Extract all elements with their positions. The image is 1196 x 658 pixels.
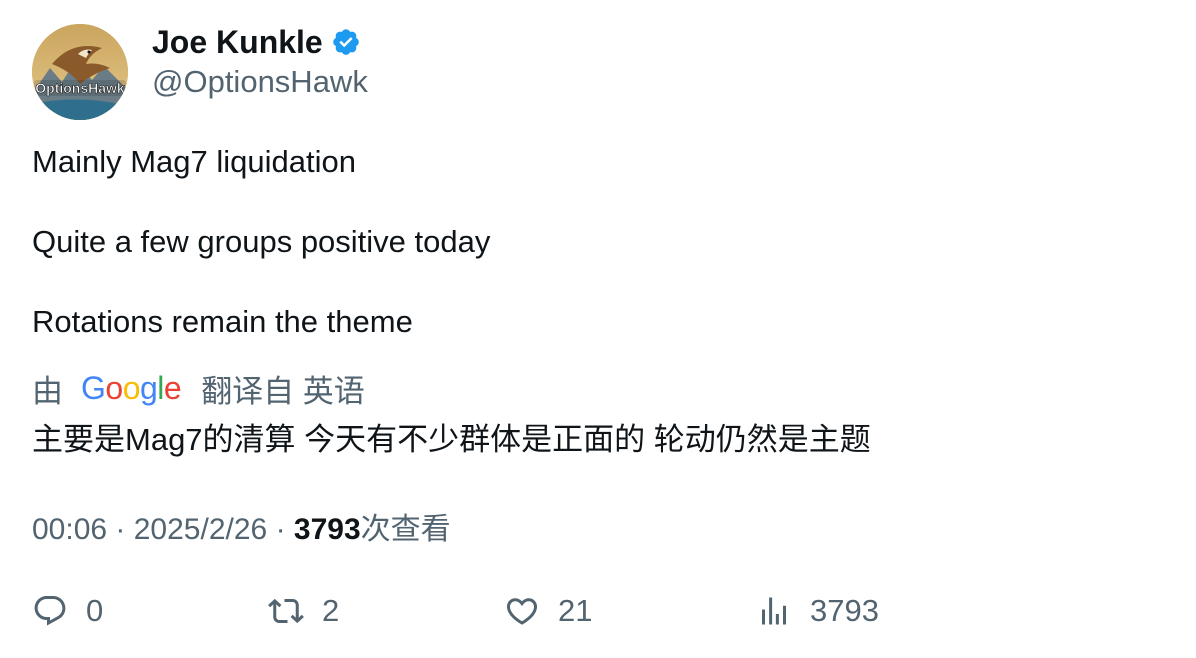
reply-icon — [34, 596, 66, 626]
views-action-count: 3793 — [810, 593, 879, 628]
meta-separator: · — [275, 513, 294, 546]
translation-suffix: 翻译自 英语 — [201, 373, 365, 409]
analytics-icon — [762, 597, 786, 625]
avatar[interactable]: OptionsHawk — [32, 24, 128, 120]
reply-button[interactable]: 0 — [32, 588, 103, 634]
like-count: 21 — [558, 593, 593, 628]
svg-text:OptionsHawk: OptionsHawk — [35, 80, 125, 96]
verified-badge-icon[interactable] — [331, 27, 361, 57]
tweet-meta: 00:06 · 2025/2/26 · 3793次查看 — [32, 504, 451, 548]
google-logo[interactable]: Google — [81, 370, 182, 407]
views-count: 3793 — [293, 513, 361, 546]
like-button[interactable]: 21 — [504, 588, 592, 634]
translation-prefix: 由 — [32, 373, 63, 409]
views-label: 次查看 — [360, 513, 451, 546]
tweet-text-line: Mainly Mag7 liquidation — [32, 144, 356, 179]
tweet-date[interactable]: 2025/2/26 — [134, 513, 267, 546]
translation-attribution: 由 Google 翻译自 英语 — [32, 368, 365, 409]
retweet-icon — [268, 598, 304, 624]
reply-count: 0 — [86, 593, 104, 628]
heart-icon — [506, 598, 538, 625]
author-handle[interactable]: @OptionsHawk — [152, 64, 368, 100]
retweet-count: 2 — [322, 593, 340, 628]
author-display-name[interactable]: Joe Kunkle — [152, 24, 323, 61]
hawk-logo-image: OptionsHawk — [32, 24, 128, 120]
retweet-button[interactable]: 2 — [268, 588, 339, 634]
translated-text: 主要是Mag7的清算 今天有不少群体是正面的 轮动仍然是主题 — [32, 422, 871, 457]
tweet-time[interactable]: 00:06 — [32, 513, 107, 546]
meta-separator: · — [115, 513, 134, 546]
views-button[interactable]: 3793 — [756, 588, 879, 634]
tweet-text-line: Quite a few groups positive today — [32, 224, 491, 259]
tweet-text-line: Rotations remain the theme — [32, 304, 413, 339]
author-name-row: Joe Kunkle — [152, 22, 361, 62]
